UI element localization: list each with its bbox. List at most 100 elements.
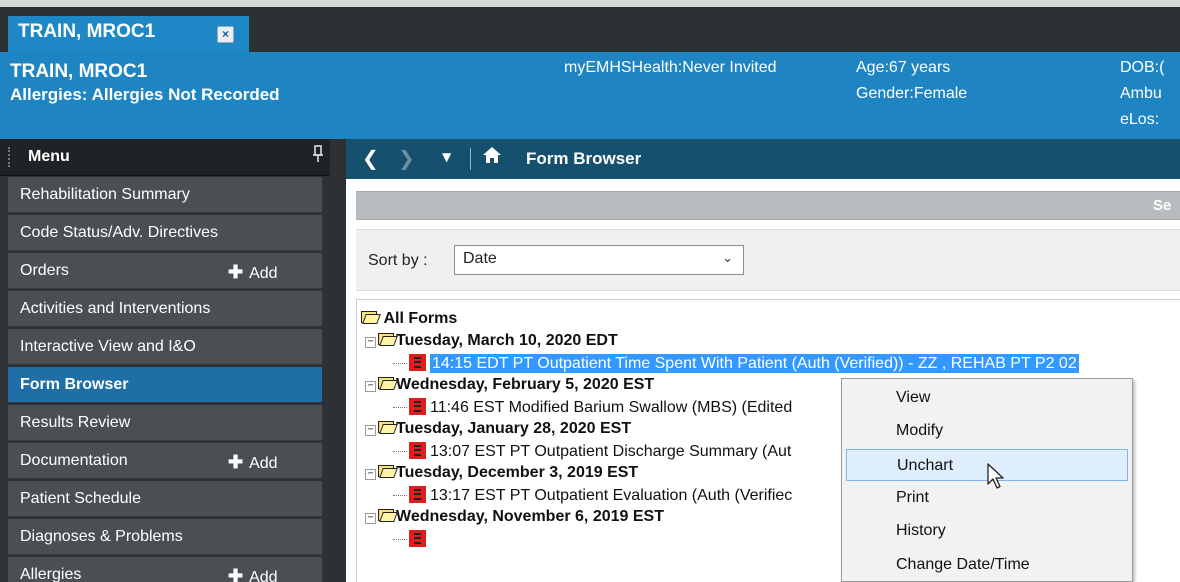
- context-menu-label: Unchart: [897, 456, 954, 474]
- sidebar-item-diagnoses-problems[interactable]: Diagnoses & Problems: [8, 519, 322, 555]
- form-document-icon: [409, 354, 426, 371]
- back-arrow-icon[interactable]: ❮: [362, 146, 379, 170]
- sidebar-item-patient-schedule[interactable]: Patient Schedule: [8, 481, 322, 517]
- tree-form-label: 13:07 EST PT Outpatient Discharge Summar…: [430, 443, 792, 460]
- pin-icon[interactable]: [312, 145, 324, 167]
- sidebar-item-label: Interactive View and I&O: [20, 338, 196, 355]
- plus-icon: ✚: [228, 262, 244, 282]
- patient-dob: DOB:(: [1120, 59, 1165, 76]
- form-document-icon: [409, 442, 426, 459]
- tree-connector: [393, 451, 407, 453]
- close-tab-icon[interactable]: ×: [217, 26, 234, 43]
- patient-tab-label: TRAIN, MROC1: [18, 21, 156, 42]
- tree-form-item[interactable]: 11:46 EST Modified Barium Swallow (MBS) …: [393, 398, 792, 420]
- tree-date-group[interactable]: − Tuesday, December 3, 2019 EST: [365, 464, 638, 486]
- tree-date-label: Wednesday, November 6, 2019 EST: [396, 508, 664, 525]
- patient-tab-bar: TRAIN, MROC1 ×: [0, 0, 1180, 52]
- tree-root[interactable]: All Forms: [361, 310, 457, 332]
- menu-sidebar: Menu Rehabilitation Summary Code Status/A…: [0, 139, 330, 582]
- sidebar-item-label: Patient Schedule: [20, 490, 141, 507]
- grip-handle-icon[interactable]: [8, 147, 11, 167]
- folder-open-icon: [378, 464, 398, 478]
- tree-form-item[interactable]: [393, 530, 430, 552]
- folder-open-icon: [361, 310, 381, 324]
- home-icon[interactable]: [482, 145, 502, 165]
- collapse-toggle-icon[interactable]: −: [365, 425, 376, 436]
- tree-connector: [393, 407, 407, 409]
- sidebar-item-label: Results Review: [20, 414, 131, 431]
- tree-form-item[interactable]: 14:15 EDT PT Outpatient Time Spent With …: [393, 354, 1079, 376]
- sidebar-item-results-review[interactable]: Results Review: [8, 405, 322, 441]
- context-menu-label: Change Date/Time: [896, 555, 1030, 573]
- tree-date-group[interactable]: − Wednesday, February 5, 2020 EST: [365, 376, 654, 398]
- encounter-type: Ambu: [1120, 85, 1162, 102]
- collapse-toggle-icon[interactable]: −: [365, 513, 376, 524]
- tree-connector: [393, 495, 407, 497]
- sort-by-value: Date: [463, 250, 497, 267]
- collapse-toggle-icon[interactable]: −: [365, 469, 376, 480]
- elos-label: eLos:: [1120, 111, 1160, 128]
- tree-form-item[interactable]: 13:17 EST PT Outpatient Evaluation (Auth…: [393, 486, 792, 508]
- portal-status: myEMHSHealth:Never Invited: [564, 59, 777, 76]
- add-button[interactable]: ✚ Add: [228, 262, 278, 283]
- section-header-bar: Se: [356, 191, 1180, 220]
- sidebar-item-rehabilitation-summary[interactable]: Rehabilitation Summary: [8, 177, 322, 213]
- mouse-cursor-icon: [987, 463, 1004, 489]
- folder-open-icon: [378, 376, 398, 390]
- context-menu-item-view[interactable]: View: [846, 382, 1128, 414]
- context-menu-item-change-date-time[interactable]: Change Date/Time: [846, 549, 1128, 581]
- tree-connector: [393, 363, 407, 365]
- allergies-status[interactable]: Allergies: Allergies Not Recorded: [10, 85, 280, 105]
- add-button-label: Add: [249, 569, 278, 582]
- sidebar-item-documentation[interactable]: Documentation ✚ Add: [8, 443, 322, 479]
- patient-name: TRAIN, MROC1: [10, 61, 148, 82]
- sidebar-item-label: Allergies: [20, 566, 82, 582]
- page-title: Form Browser: [526, 149, 642, 168]
- history-dropdown-icon[interactable]: ▼: [442, 150, 451, 164]
- tree-form-label: 13:17 EST PT Outpatient Evaluation (Auth…: [430, 487, 793, 504]
- sidebar-item-label: Code Status/Adv. Directives: [20, 224, 219, 241]
- context-menu-label: Modify: [896, 422, 944, 440]
- sidebar-item-interactive-view-and-i-o[interactable]: Interactive View and I&O: [8, 329, 322, 365]
- sort-by-select[interactable]: Date ⌄: [454, 245, 744, 275]
- sidebar-item-label: Activities and Interventions: [20, 300, 211, 317]
- sidebar-item-code-status-adv-directives[interactable]: Code Status/Adv. Directives: [8, 215, 322, 251]
- plus-icon: ✚: [228, 566, 244, 582]
- add-button-label: Add: [249, 455, 278, 472]
- tree-date-label: Tuesday, March 10, 2020 EDT: [396, 332, 618, 349]
- window-top-border: [0, 0, 1180, 7]
- context-menu-label: History: [896, 522, 946, 540]
- form-document-icon: [409, 486, 426, 503]
- sort-panel: Sort by : Date ⌄: [356, 229, 1180, 291]
- tree-date-label: Wednesday, February 5, 2020 EST: [396, 376, 655, 393]
- collapse-toggle-icon[interactable]: −: [365, 381, 376, 392]
- section-header-label: Se: [1153, 197, 1172, 214]
- collapse-toggle-icon[interactable]: −: [365, 337, 376, 348]
- context-menu-item-history[interactable]: History: [846, 515, 1128, 547]
- forward-arrow-icon[interactable]: ❯: [398, 146, 415, 170]
- tree-date-label: Tuesday, December 3, 2019 EST: [396, 464, 639, 481]
- tree-form-label: 14:15 EDT PT Outpatient Time Spent With …: [430, 354, 1079, 373]
- form-browser-toolbar: ❮ ❯ ▼ Form Browser: [346, 139, 1180, 179]
- sidebar-item-label: Rehabilitation Summary: [20, 186, 190, 203]
- tree-date-group[interactable]: − Tuesday, January 28, 2020 EST: [365, 420, 631, 442]
- sidebar-item-label: Form Browser: [20, 376, 129, 393]
- sidebar-item-form-browser[interactable]: Form Browser: [8, 367, 322, 403]
- tree-date-group[interactable]: − Tuesday, March 10, 2020 EDT: [365, 332, 618, 354]
- tree-form-label: 11:46 EST Modified Barium Swallow (MBS) …: [430, 399, 793, 416]
- patient-banner: TRAIN, MROC1 Allergies: Allergies Not Re…: [0, 52, 1180, 139]
- tree-form-item[interactable]: 13:07 EST PT Outpatient Discharge Summar…: [393, 442, 791, 464]
- sidebar-item-allergies[interactable]: Allergies ✚ Add: [8, 557, 322, 582]
- sidebar-item-activities-and-interventions[interactable]: Activities and Interventions: [8, 291, 322, 327]
- sidebar-item-orders[interactable]: Orders ✚ Add: [8, 253, 322, 289]
- add-button[interactable]: ✚ Add: [228, 452, 278, 473]
- tree-date-group[interactable]: − Wednesday, November 6, 2019 EST: [365, 508, 664, 530]
- chevron-down-icon: ⌄: [722, 250, 733, 265]
- add-button[interactable]: ✚ Add: [228, 566, 278, 582]
- tree-root-label: All Forms: [383, 310, 458, 327]
- sidebar-item-label: Documentation: [20, 452, 128, 469]
- patient-tab[interactable]: TRAIN, MROC1 ×: [8, 16, 249, 52]
- menu-header: Menu: [0, 139, 330, 176]
- folder-open-icon: [378, 420, 398, 434]
- context-menu-item-modify[interactable]: Modify: [846, 415, 1128, 447]
